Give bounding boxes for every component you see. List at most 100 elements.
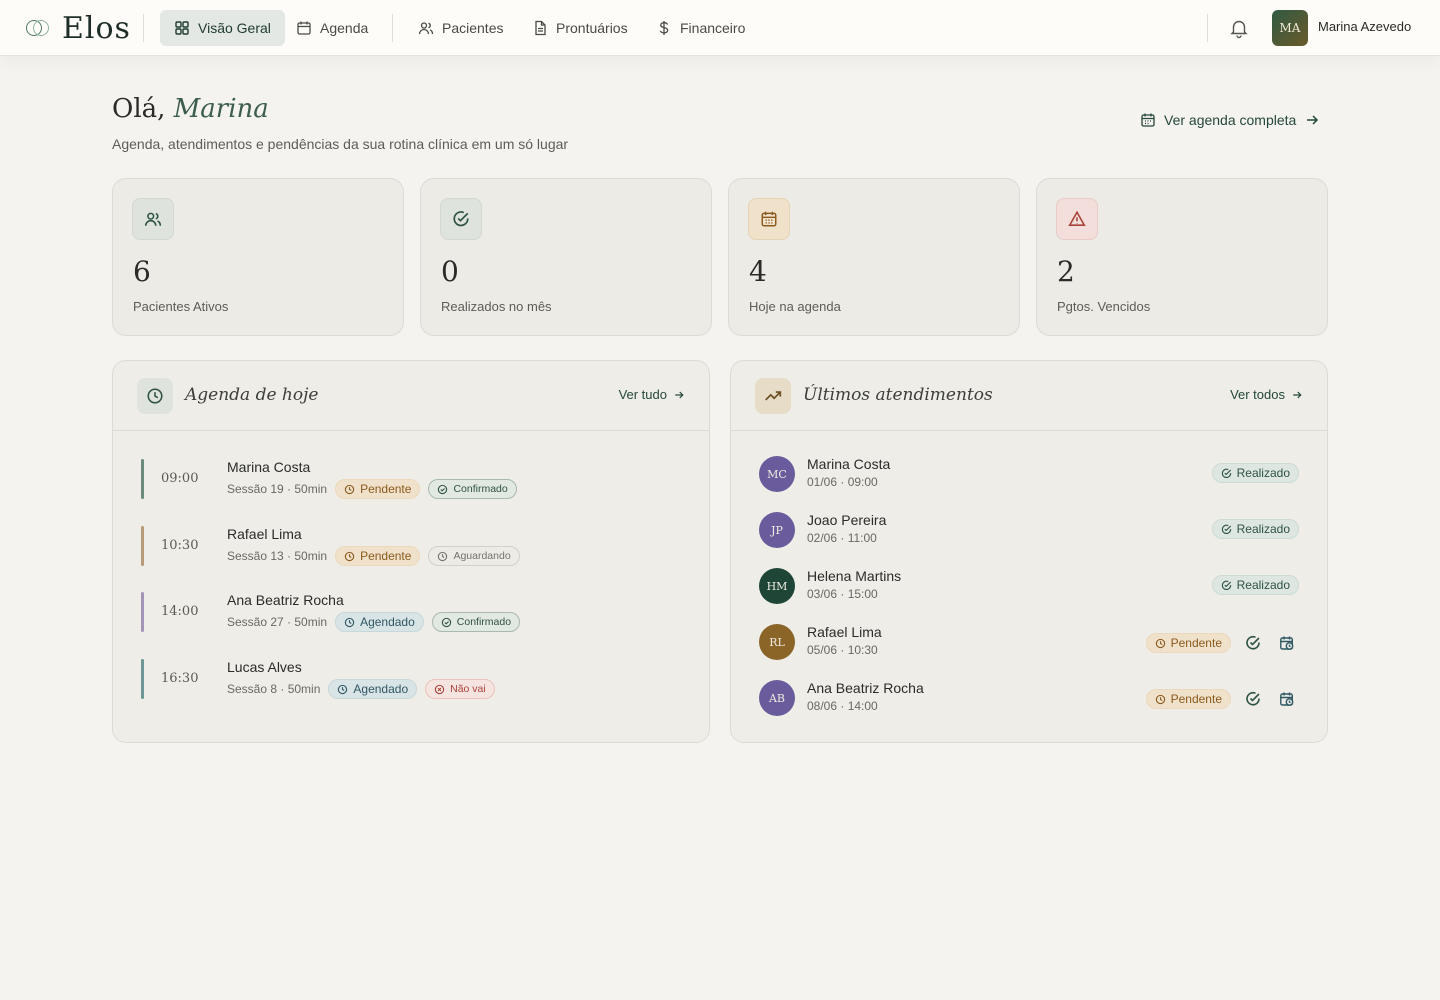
clock-icon bbox=[1155, 694, 1165, 704]
session-info: Sessão 8 · 50min bbox=[227, 682, 321, 696]
page-title: Olá, Marina bbox=[112, 94, 269, 124]
check-circle-icon bbox=[453, 211, 469, 227]
user-name[interactable]: Marina Azevedo bbox=[1318, 19, 1411, 34]
patient-name: Ana Beatriz Rocha bbox=[807, 680, 924, 696]
session-info: Sessão 19 · 50min bbox=[227, 482, 328, 496]
calendar-icon bbox=[761, 211, 777, 227]
status-label: Pendente bbox=[360, 482, 412, 496]
agenda-color-bar bbox=[141, 459, 144, 499]
panel-title: Agenda de hoje bbox=[185, 385, 319, 405]
status-label: Realizado bbox=[1236, 466, 1290, 480]
agenda-time: 14:00 bbox=[161, 604, 199, 619]
avatar: HM bbox=[759, 568, 795, 604]
stat-icon-wrap bbox=[440, 198, 482, 240]
view-all-link[interactable]: Ver tudo bbox=[619, 387, 685, 402]
stat-label: Pacientes Ativos bbox=[133, 299, 229, 314]
mark-done-button[interactable] bbox=[1241, 687, 1265, 711]
check-circle-icon bbox=[1221, 468, 1231, 478]
top-navbar: Elos Visão Geral Agenda Pacientes Prontu… bbox=[0, 0, 1440, 56]
confirmation-badge: Aguardando bbox=[428, 546, 520, 566]
agenda-row[interactable]: 10:30 Rafael Lima Sessão 13 · 50min Pend… bbox=[141, 526, 681, 570]
session-info: Sessão 27 · 50min bbox=[227, 615, 328, 629]
reschedule-button[interactable] bbox=[1275, 687, 1299, 711]
nav-item-prontuarios[interactable]: Prontuários bbox=[518, 10, 642, 46]
status-badge: Agendado bbox=[335, 612, 424, 632]
agenda-color-bar bbox=[141, 526, 144, 566]
clock-icon bbox=[344, 617, 355, 627]
recent-row[interactable]: RL Rafael Lima 05/06 · 10:30 Pendente bbox=[759, 624, 1299, 664]
clock-icon bbox=[344, 484, 355, 494]
avatar: MC bbox=[759, 456, 795, 492]
session-date: 08/06 · 14:00 bbox=[807, 699, 878, 713]
clock-icon bbox=[1155, 638, 1165, 648]
clock-icon bbox=[147, 388, 163, 404]
row-actions: Pendente bbox=[1145, 631, 1299, 655]
status-label: Realizado bbox=[1236, 522, 1290, 536]
stat-label: Pgtos. Vencidos bbox=[1057, 299, 1151, 314]
nav-label: Visão Geral bbox=[198, 20, 271, 36]
confirmation-label: Aguardando bbox=[453, 550, 511, 562]
divider bbox=[143, 14, 144, 42]
status-badge: Pendente bbox=[335, 546, 421, 566]
stat-icon-wrap bbox=[1056, 198, 1098, 240]
status-badge: Pendente bbox=[1145, 689, 1231, 709]
stat-card-hoje-agenda[interactable]: 4 Hoje na agenda bbox=[728, 178, 1020, 336]
nav-label: Financeiro bbox=[680, 20, 746, 36]
stat-value: 4 bbox=[749, 255, 767, 288]
view-all-label: Ver tudo bbox=[618, 387, 667, 402]
status-label: Agendado bbox=[360, 615, 415, 629]
recent-row[interactable]: HM Helena Martins 03/06 · 15:00 Realizad… bbox=[759, 568, 1299, 608]
status-label: Pendente bbox=[360, 549, 412, 563]
arrow-right-icon bbox=[675, 391, 684, 398]
check-circle-icon bbox=[1221, 580, 1231, 590]
confirmation-badge: Não vai bbox=[425, 679, 495, 699]
patient-name: Marina Costa bbox=[227, 459, 311, 475]
arrow-right-icon bbox=[1293, 391, 1302, 398]
status-badge: Realizado bbox=[1211, 575, 1299, 595]
session-info: Sessão 13 · 50min bbox=[227, 549, 328, 563]
nav-item-pacientes[interactable]: Pacientes bbox=[404, 10, 517, 46]
avatar[interactable]: MA bbox=[1272, 10, 1308, 46]
panel-header: Últimos atendimentos Ver todos bbox=[731, 361, 1327, 431]
confirmation-label: Confirmado bbox=[456, 616, 512, 628]
recent-row[interactable]: MC Marina Costa 01/06 · 09:00 Realizado bbox=[759, 456, 1299, 496]
nav-item-visao-geral[interactable]: Visão Geral bbox=[160, 10, 285, 46]
panel-icon-wrap bbox=[137, 378, 173, 414]
divider bbox=[392, 14, 393, 42]
view-full-agenda-link[interactable]: Ver agenda completa bbox=[1140, 112, 1320, 128]
agenda-color-bar bbox=[141, 592, 144, 632]
bell-icon[interactable] bbox=[1228, 17, 1250, 39]
status-label: Realizado bbox=[1236, 578, 1290, 592]
row-actions: Realizado bbox=[1211, 519, 1299, 539]
reschedule-button[interactable] bbox=[1275, 631, 1299, 655]
calendar-clock-icon bbox=[1280, 636, 1294, 650]
nav-item-agenda[interactable]: Agenda bbox=[282, 10, 382, 46]
agenda-time: 16:30 bbox=[161, 671, 199, 686]
stat-card-pgtos-vencidos[interactable]: 2 Pgtos. Vencidos bbox=[1036, 178, 1328, 336]
agenda-row[interactable]: 16:30 Lucas Alves Sessão 8 · 50min Agend… bbox=[141, 659, 681, 703]
stat-card-pacientes-ativos[interactable]: 6 Pacientes Ativos bbox=[112, 178, 404, 336]
patient-name: Marina Costa bbox=[807, 456, 891, 472]
mark-done-button[interactable] bbox=[1241, 631, 1265, 655]
greeting: Olá, bbox=[112, 94, 166, 124]
session-date: 01/06 · 09:00 bbox=[807, 475, 878, 489]
stat-icon-wrap bbox=[132, 198, 174, 240]
check-circle-icon bbox=[1246, 691, 1260, 706]
session-date: 05/06 · 10:30 bbox=[807, 643, 878, 657]
clock-icon bbox=[344, 551, 355, 561]
stat-card-realizados[interactable]: 0 Realizados no mês bbox=[420, 178, 712, 336]
recent-row[interactable]: AB Ana Beatriz Rocha 08/06 · 14:00 Pende… bbox=[759, 680, 1299, 720]
agenda-row[interactable]: 14:00 Ana Beatriz Rocha Sessão 27 · 50mi… bbox=[141, 592, 681, 636]
stat-label: Hoje na agenda bbox=[749, 299, 841, 314]
recent-sessions-panel: Últimos atendimentos Ver todos MC Marina… bbox=[730, 360, 1328, 743]
x-circle-icon bbox=[434, 684, 445, 694]
agenda-row[interactable]: 09:00 Marina Costa Sessão 19 · 50min Pen… bbox=[141, 459, 681, 503]
view-all-link[interactable]: Ver todos bbox=[1230, 387, 1303, 402]
agenda-meta: Sessão 27 · 50min Agendado Confirmado bbox=[227, 612, 521, 632]
logo[interactable]: Elos bbox=[24, 10, 131, 46]
nav-label: Pacientes bbox=[442, 20, 504, 36]
recent-row[interactable]: JP Joao Pereira 02/06 · 11:00 Realizado bbox=[759, 512, 1299, 552]
nav-item-financeiro[interactable]: Financeiro bbox=[642, 10, 759, 46]
stat-value: 0 bbox=[441, 255, 459, 288]
session-date: 02/06 · 11:00 bbox=[807, 531, 877, 545]
